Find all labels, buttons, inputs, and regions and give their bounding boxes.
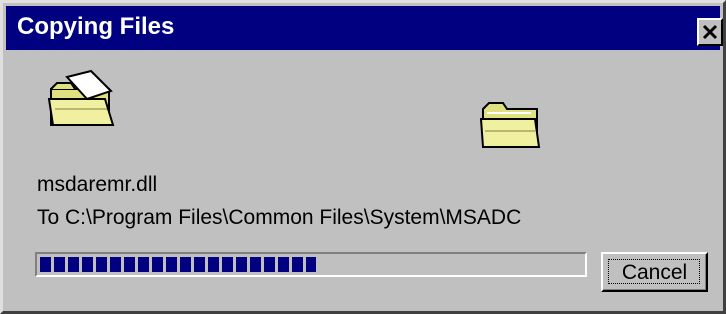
cancel-button-label: Cancel — [621, 261, 688, 284]
close-icon — [702, 24, 718, 40]
open-folder-icon — [479, 102, 541, 148]
flying-folder-icon — [47, 69, 115, 126]
copying-files-dialog: Copying Files msdaremr.dll To C:\Program… — [0, 0, 726, 314]
window-title: Copying Files — [17, 13, 175, 40]
close-button[interactable] — [697, 18, 723, 46]
file-name-label: msdaremr.dll — [37, 173, 158, 196]
progress-fill — [40, 257, 316, 272]
destination-path-label: To C:\Program Files\Common Files\System\… — [37, 206, 522, 229]
copy-progress-bar — [35, 252, 587, 277]
cancel-button[interactable]: Cancel — [601, 252, 708, 292]
title-bar[interactable]: Copying Files — [6, 6, 720, 50]
